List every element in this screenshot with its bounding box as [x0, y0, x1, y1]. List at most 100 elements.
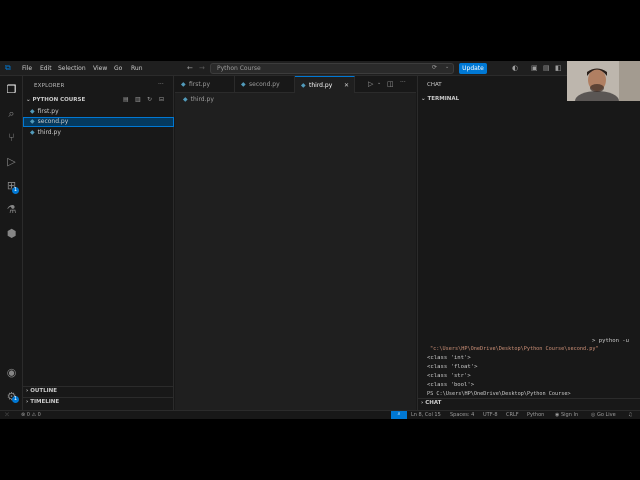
python-file-icon: ◆ — [241, 81, 246, 88]
warning-icon: ⚠ — [31, 412, 37, 418]
chevron-down-icon[interactable]: ⌄ — [377, 80, 381, 86]
problems-indicator[interactable]: ⊗ 0 ⚠ 0 — [21, 412, 41, 418]
tab-label: third.py — [309, 82, 333, 89]
tab-label: first.py — [189, 81, 210, 88]
chevron-down-icon[interactable]: ⌄ — [445, 64, 449, 70]
folder-header[interactable]: ⌄ PYTHON COURSE — [26, 97, 85, 103]
split-editor-icon[interactable]: ◫ — [387, 80, 394, 88]
toggle-panel-icon[interactable]: ▤ — [543, 64, 550, 72]
go-live[interactable]: ◎ Go Live — [591, 412, 616, 418]
collapse-all-icon[interactable]: ⊟ — [159, 96, 164, 103]
search-text: Python Course — [217, 65, 261, 72]
more-actions-icon[interactable]: ··· — [400, 79, 406, 86]
more-actions-icon[interactable]: ··· — [158, 81, 164, 88]
run-file-icon[interactable]: ▷ — [368, 80, 373, 88]
search-icon[interactable]: ⌕ — [5, 107, 18, 120]
terminal-header[interactable]: ⌄ TERMINAL — [421, 96, 459, 102]
terminal-line: > python -u — [592, 338, 630, 344]
explorer-sidebar: EXPLORER ··· ⌄ PYTHON COURSE ▤ ▥ ↻ ⊟ ◆ fi… — [23, 76, 174, 410]
new-file-icon[interactable]: ▤ — [123, 96, 129, 103]
zoom-icon[interactable]: ⌕ — [391, 411, 407, 419]
tab-chat[interactable]: CHAT — [427, 82, 442, 88]
file-item-third[interactable]: ◆ third.py — [23, 128, 174, 138]
run-debug-icon[interactable]: ▷ — [5, 155, 18, 168]
chat-section[interactable]: › CHAT — [421, 400, 441, 406]
file-name: third.py — [37, 129, 61, 136]
menu-go[interactable]: Go — [114, 65, 122, 72]
activity-bar: ❐ ⌕ ⑂ ▷ ⊞ 1 ⚗ ⬢ ◉ ⚙ 1 — [0, 76, 23, 410]
python-file-icon: ◆ — [183, 96, 188, 103]
chat-label: CHAT — [425, 400, 442, 406]
toggle-sidebar-icon[interactable]: ◧ — [555, 64, 562, 72]
account-icon[interactable]: ◉ — [5, 366, 18, 379]
copilot-icon[interactable]: ⟳ — [432, 64, 437, 71]
source-control-icon[interactable]: ⑂ — [5, 131, 18, 144]
file-name: second.py — [37, 118, 69, 125]
menu-view[interactable]: View — [93, 65, 107, 72]
tab-first[interactable]: ◆ first.py — [175, 76, 235, 93]
divider — [23, 397, 174, 398]
new-folder-icon[interactable]: ▥ — [135, 96, 141, 103]
sign-in[interactable]: ◉ Sign In — [555, 412, 578, 418]
menu-file[interactable]: File — [22, 65, 32, 72]
editor-tabs: ◆ first.py ◆ second.py ◆ third.py ✕ ▷ ⌄ ◫ ·… — [175, 76, 416, 93]
editor-area[interactable]: ◆ third.py — [175, 93, 416, 410]
outline-label: OUTLINE — [30, 388, 57, 394]
python-file-icon: ◆ — [30, 108, 35, 115]
python-file-icon: ◆ — [30, 129, 35, 136]
file-name: first.py — [37, 108, 59, 115]
menu-selection[interactable]: Selection — [58, 65, 86, 72]
cursor-position[interactable]: Ln 8, Col 15 — [411, 412, 441, 418]
folder-name: PYTHON COURSE — [32, 97, 86, 103]
status-bar: ⤫ ⊗ 0 ⚠ 0 ⌕ Ln 8, Col 15 Spaces: 4 UTF-8… — [0, 410, 640, 419]
encoding[interactable]: UTF-8 — [483, 412, 498, 418]
title-bar: ⧉ File Edit Selection View Go Run ← → Py… — [0, 61, 640, 76]
outline-section[interactable]: › OUTLINE — [26, 388, 57, 394]
indentation[interactable]: Spaces: 4 — [450, 412, 474, 418]
extensions-badge: 1 — [12, 187, 19, 194]
refresh-icon[interactable]: ↻ — [147, 96, 152, 103]
timeline-section[interactable]: › TIMELINE — [26, 399, 59, 405]
line-ending[interactable]: CRLF — [506, 412, 519, 418]
warning-count: 0 — [37, 412, 41, 418]
terminal-line: <class 'int'> — [427, 355, 471, 361]
remote-icon[interactable]: ⤫ — [5, 412, 9, 418]
breadcrumb[interactable]: ◆ third.py — [183, 96, 214, 103]
command-center-search[interactable]: Python Course — [210, 63, 454, 74]
timeline-label: TIMELINE — [30, 399, 60, 405]
close-icon[interactable]: ✕ — [344, 77, 349, 94]
terminal-line: <class 'str'> — [427, 373, 471, 379]
terminal-line: <class 'float'> — [427, 364, 478, 370]
update-button[interactable]: Update — [459, 63, 487, 74]
file-item-first[interactable]: ◆ first.py — [23, 107, 174, 117]
error-count: 0 — [26, 412, 30, 418]
terminal-line: <class 'bool'> — [427, 382, 475, 388]
webcam-overlay — [567, 61, 640, 101]
menu-run[interactable]: Run — [131, 65, 143, 72]
nav-back-icon[interactable]: ← — [187, 64, 193, 72]
tab-second[interactable]: ◆ second.py — [235, 76, 295, 93]
accounts-color-icon[interactable]: ◐ — [512, 64, 518, 72]
divider — [23, 386, 174, 387]
python-file-icon: ◆ — [301, 82, 306, 89]
menu-edit[interactable]: Edit — [40, 65, 52, 72]
divider — [418, 398, 640, 399]
broadcast-icon: ◎ — [591, 412, 596, 418]
vscode-window: ⧉ File Edit Selection View Go Run ← → Py… — [0, 61, 640, 419]
testing-flask-icon[interactable]: ⚗ — [5, 203, 18, 216]
notifications-bell-icon[interactable]: ♫ — [628, 412, 632, 418]
layout-icon[interactable]: ▣ — [531, 64, 538, 72]
language-mode[interactable]: Python — [527, 412, 544, 418]
terminal-prompt[interactable]: PS C:\Users\HP\OneDrive\Desktop\Python C… — [427, 391, 571, 397]
go-live-label: Go Live — [596, 412, 616, 418]
breadcrumb-file: third.py — [190, 96, 214, 103]
file-item-second[interactable]: ◆ second.py — [23, 117, 174, 127]
error-icon: ⊗ — [21, 412, 26, 418]
tab-third[interactable]: ◆ third.py ✕ — [295, 76, 355, 93]
explorer-files-icon[interactable]: ❐ — [5, 83, 18, 96]
python-file-icon: ◆ — [30, 118, 35, 125]
explorer-header: EXPLORER — [34, 83, 65, 89]
python-icon[interactable]: ⬢ — [5, 227, 18, 240]
nav-forward-icon[interactable]: → — [199, 64, 205, 72]
right-panel: CHAT ⌄ TERMINAL > python -u "c:\Users\HP… — [417, 76, 640, 410]
